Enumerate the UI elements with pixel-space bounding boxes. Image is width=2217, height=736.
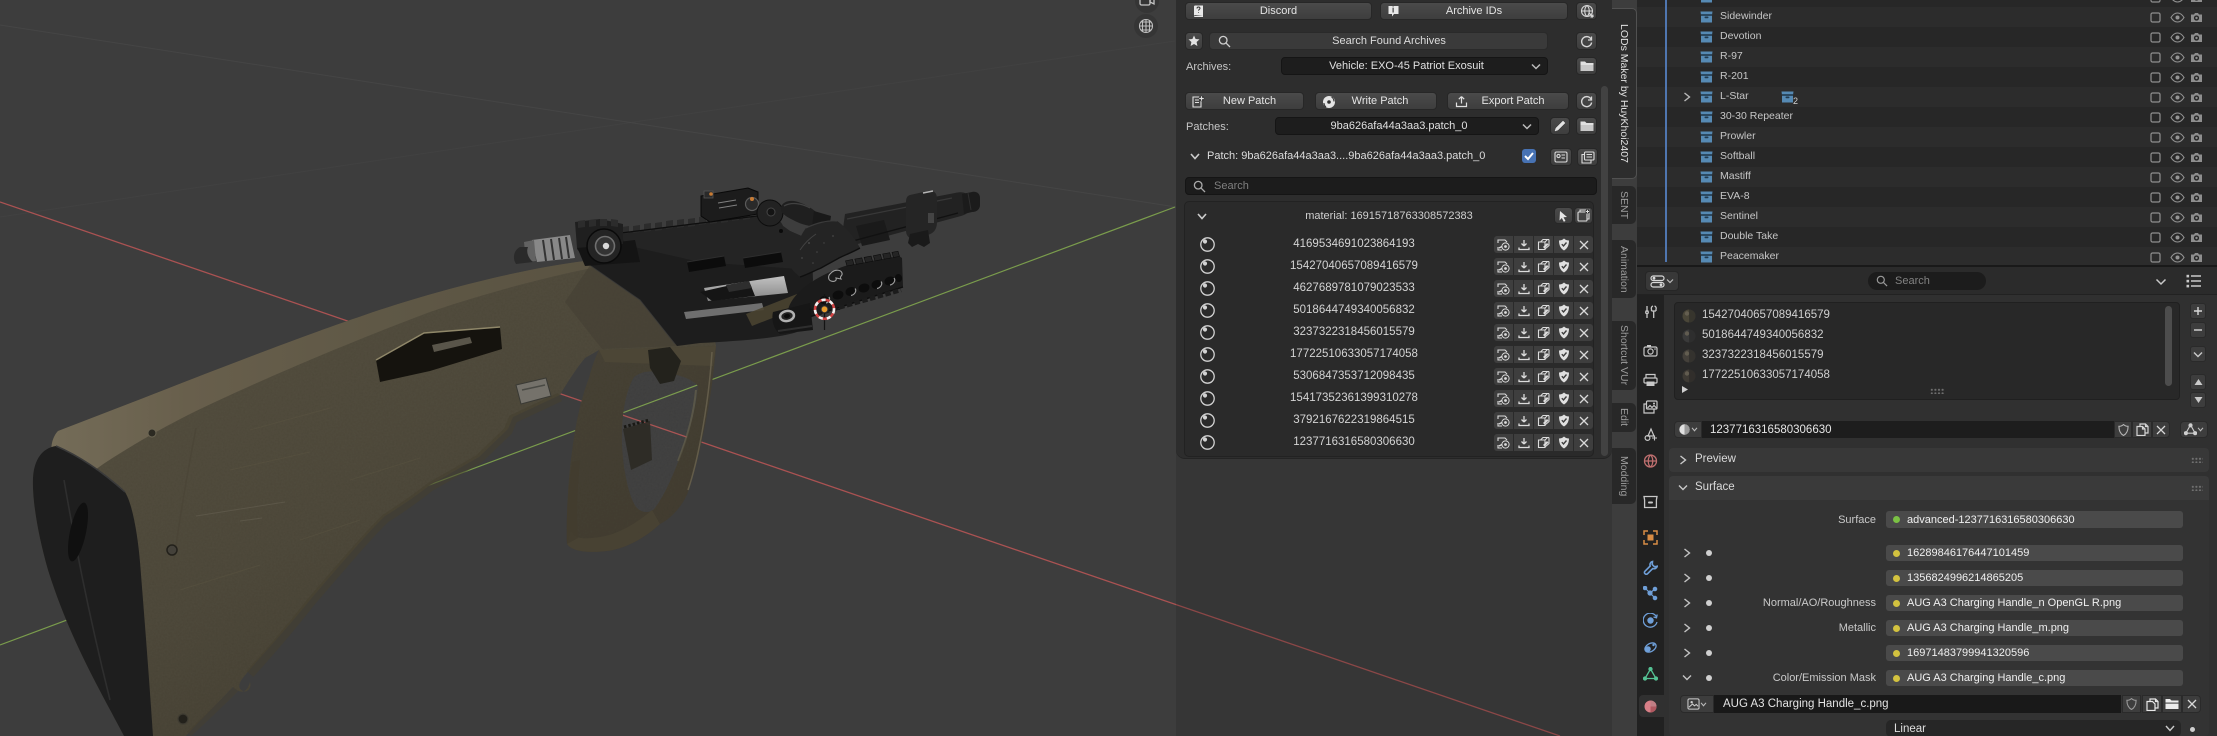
svg-text:i: i xyxy=(1392,6,1394,15)
